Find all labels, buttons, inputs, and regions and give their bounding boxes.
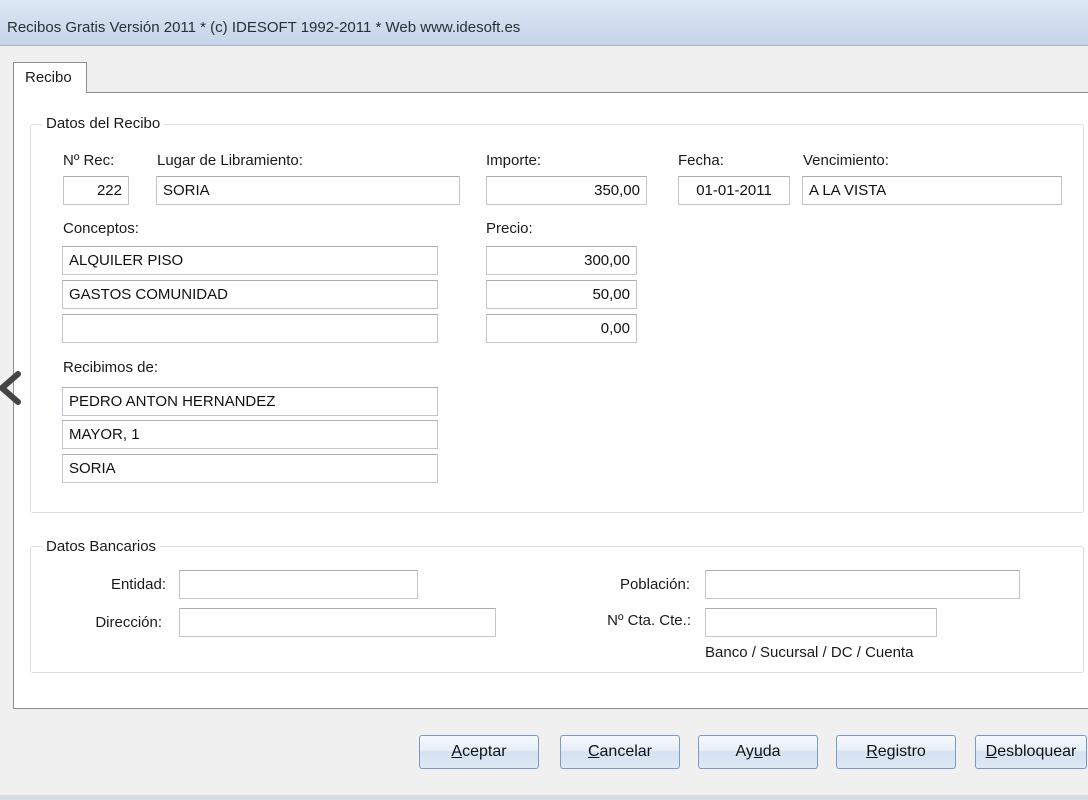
label-conceptos: Conceptos: bbox=[63, 220, 139, 237]
precio-field-3[interactable]: 0,00 bbox=[486, 314, 637, 343]
registro-button[interactable]: Registro bbox=[836, 735, 956, 769]
label-vencimiento: Vencimiento: bbox=[803, 152, 889, 169]
recibimos-direccion-field[interactable]: MAYOR, 1 bbox=[62, 420, 438, 449]
cancelar-button[interactable]: Cancelar bbox=[560, 735, 680, 769]
precio-field-2[interactable]: 50,00 bbox=[486, 280, 637, 309]
cancelar-accel: C bbox=[587, 743, 600, 760]
cuenta-field[interactable] bbox=[705, 608, 937, 637]
concepto-field-1[interactable]: ALQUILER PISO bbox=[62, 246, 438, 275]
status-strip bbox=[0, 795, 1088, 800]
label-poblacion: Población: bbox=[619, 576, 690, 593]
recibimos-nombre-field[interactable]: PEDRO ANTON HERNANDEZ bbox=[62, 387, 438, 416]
precio-field-1[interactable]: 300,00 bbox=[486, 246, 637, 275]
fecha-field[interactable]: 01-01-2011 bbox=[678, 176, 790, 205]
importe-field[interactable]: 350,00 bbox=[486, 176, 647, 205]
label-precio: Precio: bbox=[486, 220, 533, 237]
label-fecha: Fecha: bbox=[678, 152, 724, 169]
window-title: Recibos Gratis Versión 2011 * (c) IDESOF… bbox=[7, 19, 521, 36]
label-recibimos-de: Recibimos de: bbox=[63, 359, 159, 376]
title-bar: Recibos Gratis Versión 2011 * (c) IDESOF… bbox=[0, 0, 1088, 46]
tab-recibo[interactable]: Recibo bbox=[13, 62, 87, 93]
aceptar-label: ceptar bbox=[462, 743, 507, 760]
lugar-field[interactable]: SORIA bbox=[156, 176, 460, 205]
ayuda-accel: u bbox=[753, 743, 763, 760]
label-importe: Importe: bbox=[486, 152, 542, 169]
recibimos-poblacion-field[interactable]: SORIA bbox=[62, 454, 438, 483]
aceptar-button[interactable]: Aceptar bbox=[419, 735, 539, 769]
poblacion-field[interactable] bbox=[705, 570, 1020, 599]
label-direccion: Dirección: bbox=[95, 614, 162, 631]
cancelar-label: ancelar bbox=[599, 743, 653, 760]
registro-accel: R bbox=[866, 743, 878, 760]
tab-recibo-label: Recibo bbox=[25, 69, 72, 86]
vencimiento-field[interactable]: A LA VISTA bbox=[802, 176, 1062, 205]
desbloquear-accel: D bbox=[985, 743, 998, 760]
label-entidad: Entidad: bbox=[110, 576, 166, 593]
ayuda-button[interactable]: Ayuda bbox=[698, 735, 818, 769]
ayuda-label: da bbox=[762, 743, 781, 760]
label-cuenta: Nº Cta. Cte.: bbox=[607, 612, 691, 629]
registro-label: egistro bbox=[877, 743, 926, 760]
chevron-left-icon[interactable] bbox=[0, 368, 28, 408]
group-datos-bancarios-title: Datos Bancarios bbox=[42, 538, 161, 555]
group-datos-recibo-title: Datos del Recibo bbox=[42, 115, 165, 132]
ayuda-label-pre: Ay bbox=[735, 743, 754, 760]
label-lugar: Lugar de Libramiento: bbox=[157, 152, 303, 169]
direccion-field[interactable] bbox=[179, 608, 496, 637]
desbloquear-label: esbloquear bbox=[997, 743, 1077, 760]
concepto-field-2[interactable]: GASTOS COMUNIDAD bbox=[62, 280, 438, 309]
entidad-field[interactable] bbox=[179, 570, 418, 599]
concepto-field-3[interactable] bbox=[62, 314, 438, 343]
aceptar-accel: A bbox=[451, 743, 463, 760]
label-num-rec: Nº Rec: bbox=[63, 152, 115, 169]
desbloquear-button[interactable]: Desbloquear bbox=[975, 735, 1087, 769]
num-rec-field[interactable]: 222 bbox=[63, 176, 129, 205]
tab-panel-recibo: Datos del Recibo Nº Rec: Lugar de Libram… bbox=[13, 92, 1088, 709]
cuenta-hint: Banco / Sucursal / DC / Cuenta bbox=[705, 644, 914, 661]
